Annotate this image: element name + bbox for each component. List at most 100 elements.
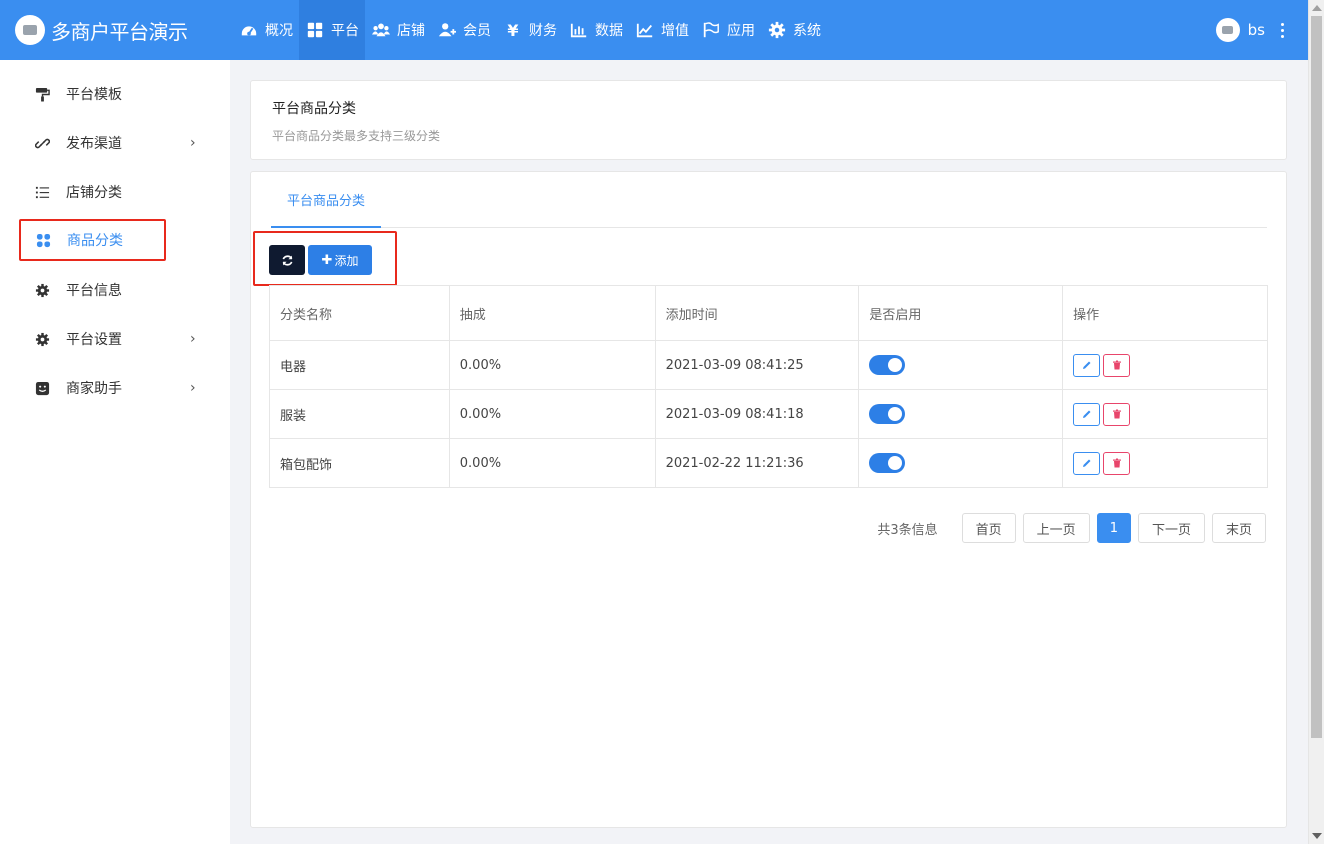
nav-item-data[interactable]: 数据	[563, 0, 629, 60]
pencil-icon	[1082, 410, 1091, 418]
enabled-toggle[interactable]	[869, 355, 906, 375]
enabled-cell	[858, 389, 1064, 439]
dashboard-icon	[239, 20, 259, 40]
table-header-row: 分类名称 抽成 添加时间 是否启用 操作	[269, 285, 1268, 341]
nav-item-system[interactable]: 系统	[761, 0, 827, 60]
actions-cell	[1062, 438, 1268, 488]
sidebar-item-shop-category[interactable]: 店铺分类	[20, 172, 165, 212]
edit-button[interactable]	[1073, 353, 1101, 377]
sidebar-item-label: 商品分类	[67, 233, 123, 249]
enabled-cell	[858, 438, 1064, 488]
scroll-down-arrow-icon[interactable]	[1312, 833, 1322, 839]
scroll-up-arrow-icon[interactable]	[1312, 5, 1322, 11]
column-header: 分类名称	[269, 285, 450, 341]
page-next-button[interactable]: 下一页	[1137, 513, 1205, 543]
enabled-toggle[interactable]	[869, 453, 906, 473]
trash-icon	[1112, 360, 1121, 370]
user-plus-icon	[437, 20, 457, 40]
page-title: 平台商品分类	[272, 101, 356, 117]
delete-button[interactable]	[1103, 451, 1131, 475]
delete-button[interactable]	[1103, 402, 1131, 426]
user-area: bs	[1215, 0, 1288, 60]
nav-item-platform[interactable]: 平台	[299, 0, 365, 60]
nav-item-value-added[interactable]: 增值	[629, 0, 695, 60]
sidebar-item-platform-info[interactable]: 平台信息	[20, 270, 165, 310]
sidebar-item-platform-settings[interactable]: 平台设置 ›	[20, 319, 196, 359]
list-icon	[34, 184, 50, 200]
nav-label: 应用	[727, 23, 755, 39]
add-button[interactable]: ✚ 添加	[308, 245, 372, 275]
category-name: 箱包配饰	[269, 438, 450, 488]
nav-label: 系统	[793, 23, 821, 39]
enabled-toggle[interactable]	[869, 404, 906, 424]
sidebar-item-platform-template[interactable]: 平台模板	[20, 74, 165, 114]
commission: 0.00%	[448, 389, 656, 439]
page-prev-button[interactable]: 上一页	[1022, 513, 1090, 543]
edit-button[interactable]	[1073, 402, 1101, 426]
trash-icon	[1112, 409, 1121, 419]
brand[interactable]: 多商户平台演示	[0, 0, 230, 60]
gear-icon	[767, 20, 787, 40]
username[interactable]: bs	[1248, 21, 1265, 39]
plus-icon: ✚	[321, 252, 333, 268]
nav-item-members[interactable]: 会员	[431, 0, 497, 60]
flag-icon	[701, 20, 721, 40]
users-icon	[371, 20, 391, 40]
gear-icon	[34, 282, 50, 298]
smile-icon	[34, 380, 50, 396]
sidebar-item-label: 平台设置	[66, 332, 122, 348]
column-header: 是否启用	[858, 285, 1064, 341]
category-table: 分类名称 抽成 添加时间 是否启用 操作 电器 0.00% 2021-03-09…	[269, 285, 1268, 488]
sidebar-item-product-category[interactable]: 商品分类	[19, 219, 166, 261]
delete-button[interactable]	[1103, 353, 1131, 377]
column-header: 抽成	[448, 285, 656, 341]
added-time: 2021-03-09 08:41:25	[654, 340, 860, 390]
refresh-button[interactable]	[269, 245, 305, 275]
table-row: 箱包配饰 0.00% 2021-02-22 11:21:36	[269, 438, 1268, 488]
scroll-thumb[interactable]	[1311, 16, 1322, 738]
page-first-button[interactable]: 首页	[961, 513, 1016, 543]
tab-product-category[interactable]: 平台商品分类	[271, 172, 381, 228]
nav-label: 概况	[265, 23, 293, 39]
sidebar-item-label: 发布渠道	[66, 136, 122, 152]
brand-logo	[15, 15, 45, 45]
gear-icon	[34, 331, 50, 347]
commission: 0.00%	[448, 340, 656, 390]
brand-title: 多商户平台演示	[51, 19, 188, 44]
nav-label: 平台	[331, 23, 359, 39]
sidebar-item-publish-channel[interactable]: 发布渠道 ›	[20, 123, 196, 163]
commission: 0.00%	[448, 438, 656, 488]
nav-label: 财务	[529, 23, 557, 39]
sidebar: 平台模板 发布渠道 › 店铺分类 商品分类 平台信息 平台设置 › 商家助手 ›	[0, 60, 230, 844]
edit-button[interactable]	[1073, 451, 1101, 475]
sidebar-item-label: 店铺分类	[66, 185, 122, 201]
actions-cell	[1062, 389, 1268, 439]
avatar[interactable]	[1215, 18, 1240, 42]
column-header: 添加时间	[654, 285, 860, 341]
more-vertical-icon[interactable]	[1277, 19, 1288, 42]
nav-item-shops[interactable]: 店铺	[365, 0, 431, 60]
sidebar-item-label: 平台模板	[66, 87, 122, 103]
actions-cell	[1062, 340, 1268, 390]
added-time: 2021-02-22 11:21:36	[654, 438, 860, 488]
page-scrollbar[interactable]	[1308, 0, 1324, 844]
nav-item-finance[interactable]: ¥ 财务	[497, 0, 563, 60]
page-current-button[interactable]: 1	[1096, 513, 1131, 543]
line-chart-icon	[635, 20, 655, 40]
main-nav: 概况 平台 店铺 会员 ¥ 财务 数据 增值 应用 系统	[233, 0, 827, 60]
table-row: 电器 0.00% 2021-03-09 08:41:25	[269, 340, 1268, 390]
nav-item-overview[interactable]: 概况	[233, 0, 299, 60]
sidebar-item-label: 商家助手	[66, 381, 122, 397]
page-last-button[interactable]: 末页	[1211, 513, 1266, 543]
add-button-label: 添加	[334, 253, 359, 268]
pagination-total: 共3条信息	[877, 522, 938, 538]
nav-item-apps[interactable]: 应用	[695, 0, 761, 60]
link-icon	[34, 135, 50, 151]
nav-label: 增值	[661, 23, 689, 39]
pencil-icon	[1082, 361, 1091, 369]
nav-label: 会员	[463, 23, 491, 39]
top-navbar: 多商户平台演示 概况 平台 店铺 会员 ¥ 财务 数据 增值 应用 系统 bs	[0, 0, 1308, 60]
pencil-icon	[1082, 459, 1091, 467]
header-card: 平台商品分类 平台商品分类最多支持三级分类	[250, 80, 1287, 160]
sidebar-item-merchant-assistant[interactable]: 商家助手 ›	[20, 368, 196, 408]
